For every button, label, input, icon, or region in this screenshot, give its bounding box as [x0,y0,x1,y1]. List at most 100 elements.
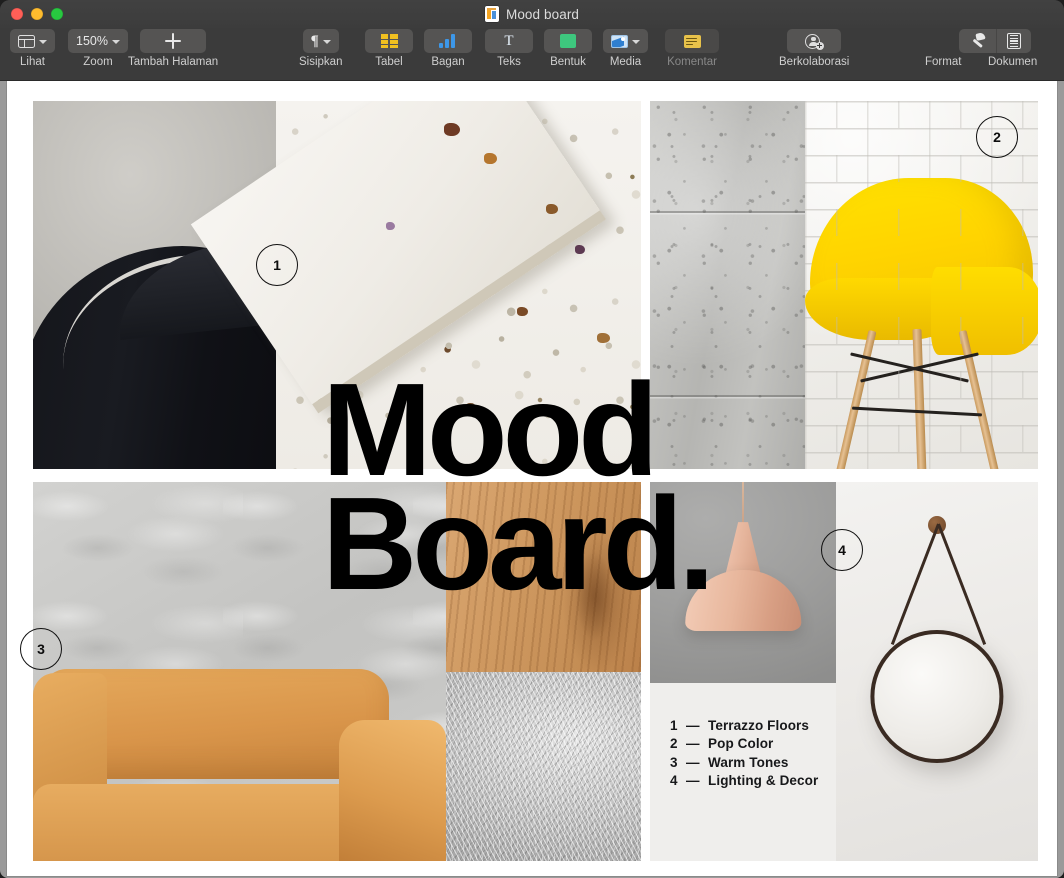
legend-label: Lighting & Decor [708,772,818,791]
close-button[interactable] [11,8,23,20]
comment-button [665,29,719,53]
text-button[interactable]: T [485,29,533,53]
legend-number: 4 [670,772,686,791]
media-label: Media [610,56,641,68]
legend-row: 1 — Terrazzo Floors [670,717,836,736]
table-label: Tabel [375,56,403,68]
app-window: Mood board Lihat 150% Zoom Tambah Halama… [0,0,1064,878]
image-pink-pendant [650,482,836,683]
image-tan-sofa-panel[interactable] [33,482,641,861]
chevron-down-icon [39,40,47,44]
image-black-chair-panel[interactable] [33,101,641,469]
text-t-icon: T [504,34,513,48]
legend-number: 1 [670,717,686,736]
media-button[interactable] [603,29,648,53]
image-concrete-wall [650,101,805,469]
legend-label: Warm Tones [708,754,789,773]
collaborate-label: Berkolaborasi [779,56,849,68]
add-page-button[interactable] [140,29,206,53]
table-icon [381,34,398,48]
chart-label: Bagan [431,56,464,68]
legend-dash: — [686,754,708,773]
table-button[interactable] [365,29,413,53]
plus-icon [165,33,181,49]
comment-label: Komentar [667,56,717,68]
toolbar-item-inspector-group[interactable]: Format Dokumen [925,29,1064,68]
legend-panel: 1 — Terrazzo Floors 2 — Pop Color 3 — [650,683,836,861]
toolbar-item-shape[interactable]: Bentuk [544,29,592,68]
inspector-segmented-control[interactable] [959,29,1031,53]
insert-button[interactable]: ¶ [303,29,339,53]
image-tan-sofa [33,482,446,861]
toolbar-item-view[interactable]: Lihat [10,29,55,68]
insert-label: Sisipkan [299,56,342,68]
legend-number: 2 [670,735,686,754]
text-label: Teks [497,56,521,68]
bar-chart-icon [439,34,457,48]
traffic-lights [11,8,63,20]
add-page-label: Tambah Halaman [128,56,218,68]
toolbar-item-media[interactable]: Media [603,29,648,68]
page-1[interactable]: 1 — Terrazzo Floors 2 — Pop Color 3 — [7,81,1057,876]
document-icon [1007,33,1021,49]
toolbar-item-table[interactable]: Tabel [365,29,413,68]
legend-dash: — [686,735,708,754]
shape-square-icon [560,34,576,48]
pilcrow-icon: ¶ [311,34,319,49]
image-yellow-chair-panel[interactable] [650,101,1038,469]
chevron-down-icon [112,40,120,44]
toolbar-item-collaborate[interactable]: Berkolaborasi [779,29,849,68]
legend-label: Terrazzo Floors [708,717,809,736]
legend-row: 2 — Pop Color [670,735,836,754]
toolbar-item-add-page[interactable]: Tambah Halaman [128,29,218,68]
view-label: Lihat [20,56,45,68]
view-button[interactable] [10,29,55,53]
legend-number: 3 [670,754,686,773]
toolbar-item-text[interactable]: T Teks [485,29,533,68]
zoom-button[interactable] [51,8,63,20]
format-button[interactable] [959,29,996,53]
zoom-button-toolbar[interactable]: 150% [68,29,128,53]
add-person-icon [805,33,824,50]
keynote-document-icon [485,6,499,22]
collaborate-button[interactable] [787,29,841,53]
legend-row: 4 — Lighting & Decor [670,772,836,791]
image-terrazzo-slab [276,101,641,469]
callout-1[interactable]: 1 [256,244,298,286]
image-grey-fur [446,672,641,862]
callout-3[interactable]: 3 [20,628,62,670]
media-photo-icon [611,35,628,48]
toolbar-item-insert[interactable]: ¶ Sisipkan [299,29,342,68]
legend-row: 3 — Warm Tones [670,754,836,773]
toolbar-item-comment: Komentar [665,29,719,68]
callout-2[interactable]: 2 [976,116,1018,158]
document-label: Dokumen [988,56,1064,68]
document-button[interactable] [996,29,1031,53]
format-label: Format [925,56,988,68]
shape-button[interactable] [544,29,592,53]
view-layout-icon [18,35,35,48]
image-wood-grain [446,482,641,672]
legend-label: Pop Color [708,735,773,754]
chevron-down-icon [323,40,331,44]
window-titlebar[interactable]: Mood board [0,0,1064,28]
image-round-mirror [836,482,1038,861]
mood-board-layout: 1 — Terrazzo Floors 2 — Pop Color 3 — [26,101,1038,861]
window-title: Mood board [506,7,579,22]
minimize-button[interactable] [31,8,43,20]
zoom-level-value: 150% [76,34,108,48]
main-toolbar: Lihat 150% Zoom Tambah Halaman ¶ Sisipka… [0,28,1064,81]
toolbar-item-chart[interactable]: Bagan [424,29,472,68]
window-title-group: Mood board [0,0,1064,28]
comment-note-icon [684,35,701,48]
document-canvas[interactable]: 1 — Terrazzo Floors 2 — Pop Color 3 — [0,81,1064,878]
zoom-label: Zoom [83,56,112,68]
chart-button[interactable] [424,29,472,53]
shape-label: Bentuk [550,56,586,68]
chevron-down-icon [632,40,640,44]
toolbar-item-zoom[interactable]: 150% Zoom [68,29,128,68]
format-brush-icon [969,33,986,49]
legend-dash: — [686,772,708,791]
legend-dash: — [686,717,708,736]
callout-4[interactable]: 4 [821,529,863,571]
